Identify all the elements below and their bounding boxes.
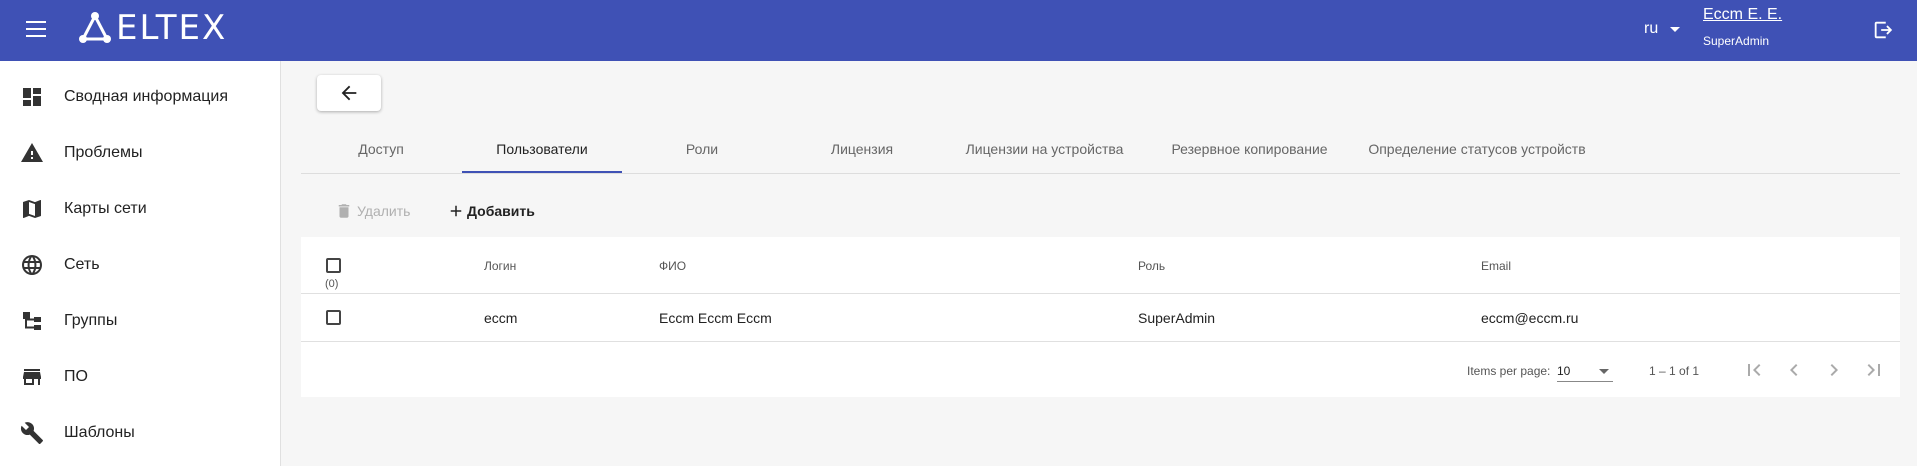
tab-device-status-detection[interactable]: Определение статусов устройств <box>1352 125 1602 173</box>
column-header-role[interactable]: Роль <box>1138 259 1165 273</box>
page-range: 1 – 1 of 1 <box>1649 364 1700 378</box>
eltex-logo: ELTEX <box>78 8 227 48</box>
sidebar-item-network[interactable]: Сеть <box>0 245 280 285</box>
chevron-down-icon <box>1599 369 1609 374</box>
add-label: Добавить <box>467 203 535 219</box>
items-per-page-label: Items per page: <box>1467 364 1551 378</box>
delete-label: Удалить <box>357 203 411 219</box>
logout-icon[interactable] <box>1872 19 1894 41</box>
chevron-down-icon <box>1670 26 1681 32</box>
first-page-icon[interactable] <box>1742 358 1766 382</box>
column-header-email[interactable]: Email <box>1481 259 1511 273</box>
select-all-checkbox[interactable] <box>326 258 341 273</box>
groups-icon <box>23 312 41 330</box>
store-icon <box>23 369 41 385</box>
sidebar-item-problems[interactable]: Проблемы <box>0 133 280 173</box>
column-header-login[interactable]: Логин <box>484 259 516 273</box>
selected-count: (0) <box>325 278 339 290</box>
top-app-bar: ELTEX ru Eccm E. E. SuperAdmin <box>0 0 1917 61</box>
user-role: SuperAdmin <box>1703 34 1770 48</box>
paginator: Items per page: 10 1 – 1 of 1 <box>301 343 1900 397</box>
users-toolbar: Удалить Добавить <box>301 186 1900 236</box>
tab-users[interactable]: Пользователи <box>462 125 622 173</box>
wrench-icon <box>20 422 43 444</box>
warning-icon <box>21 143 43 162</box>
previous-page-icon[interactable] <box>1782 358 1806 382</box>
items-per-page-value: 10 <box>1557 364 1571 378</box>
logo-text: ELTEX <box>116 8 228 48</box>
menu-icon[interactable] <box>20 16 52 44</box>
sidebar-item-network-maps[interactable]: Карты сети <box>0 189 280 229</box>
tab-license[interactable]: Лицензия <box>782 125 942 173</box>
delete-button[interactable]: Удалить <box>335 194 410 228</box>
plus-icon <box>450 205 462 217</box>
sidebar-item-software[interactable]: ПО <box>0 357 280 397</box>
sidebar-item-label: ПО <box>64 368 88 385</box>
last-page-icon[interactable] <box>1862 358 1886 382</box>
tab-backup[interactable]: Резервное копирование <box>1147 125 1352 173</box>
active-tab-indicator <box>462 171 622 173</box>
row-checkbox[interactable] <box>326 310 341 325</box>
sidebar-item-label: Сводная информация <box>64 88 228 105</box>
arrow-left-icon <box>341 85 357 101</box>
tab-device-licenses[interactable]: Лицензии на устройства <box>942 125 1147 173</box>
sidebar-item-label: Группы <box>64 312 118 329</box>
user-info: Eccm E. E. SuperAdmin <box>1703 6 1782 48</box>
sidebar: Сводная информация Проблемы Карты сети С… <box>0 61 281 466</box>
sidebar-item-templates[interactable]: Шаблоны <box>0 413 280 453</box>
back-button[interactable] <box>317 75 381 111</box>
sidebar-item-label: Шаблоны <box>64 424 135 441</box>
table-row[interactable]: eccm Eccm Eccm Eccm SuperAdmin eccm@eccm… <box>301 294 1900 342</box>
language-value: ru <box>1644 20 1659 37</box>
map-icon <box>23 200 41 218</box>
cell-role: SuperAdmin <box>1138 310 1216 326</box>
user-name-link[interactable]: Eccm E. E. <box>1703 6 1782 24</box>
tab-roles[interactable]: Роли <box>622 125 782 173</box>
sidebar-item-summary[interactable]: Сводная информация <box>0 77 280 117</box>
sidebar-item-label: Проблемы <box>64 144 143 161</box>
next-page-icon[interactable] <box>1822 358 1846 382</box>
globe-icon <box>22 255 42 275</box>
language-select[interactable]: ru <box>1644 20 1681 38</box>
users-table: (0) Логин ФИО Роль Email eccm Eccm Eccm … <box>301 237 1900 397</box>
sidebar-item-label: Сеть <box>64 256 100 273</box>
settings-tabs: Доступ Пользователи Роли Лицензия Лиценз… <box>301 125 1900 174</box>
cell-email: eccm@eccm.ru <box>1481 310 1579 326</box>
column-header-fio[interactable]: ФИО <box>659 259 686 273</box>
logo-mark-icon <box>79 12 111 43</box>
add-user-button[interactable]: Добавить <box>447 194 535 228</box>
sidebar-item-groups[interactable]: Группы <box>0 301 280 341</box>
items-per-page-select[interactable]: 10 <box>1557 360 1613 382</box>
trash-icon <box>338 204 350 218</box>
cell-fio: Eccm Eccm Eccm <box>659 310 772 326</box>
dashboard-icon <box>23 88 41 106</box>
table-header: (0) Логин ФИО Роль Email <box>301 237 1900 294</box>
sidebar-item-label: Карты сети <box>64 200 147 217</box>
cell-login: eccm <box>484 310 518 326</box>
tab-access[interactable]: Доступ <box>301 125 461 173</box>
